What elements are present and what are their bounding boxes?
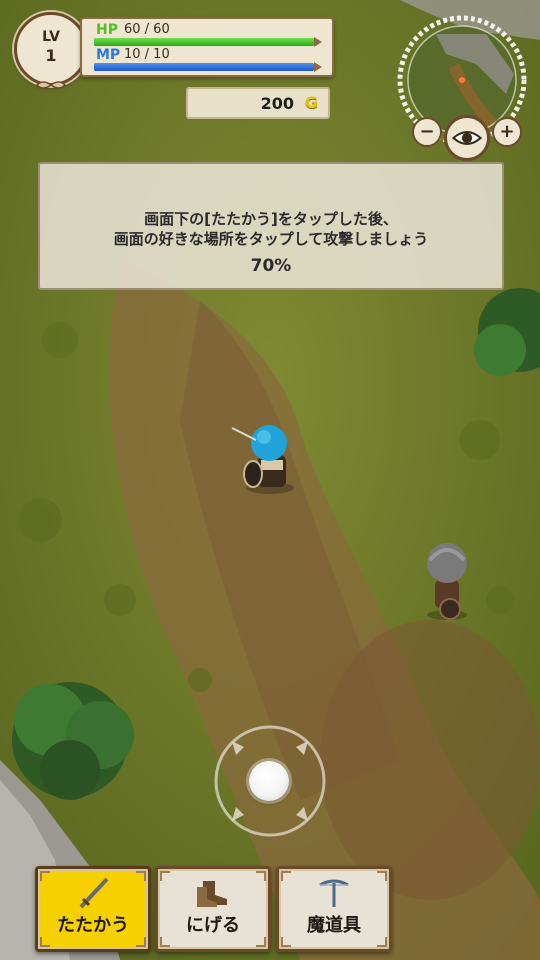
flee-label: にげる (186, 915, 240, 936)
tutorial-message-box: 画面下の[たたかう]をタップした後、 画面の好きな場所をタップして攻撃しましょう… (38, 162, 504, 290)
frame-corner (40, 937, 50, 947)
level-label: LV (42, 29, 60, 45)
view-toggle-button[interactable] (444, 115, 490, 161)
hp-row: HP 60 / 60 (94, 21, 322, 47)
frame-corner (136, 871, 146, 881)
sword-icon (79, 877, 109, 909)
mp-bar-fill (94, 63, 314, 71)
hp-bar (94, 38, 314, 46)
mp-row: MP 10 / 10 (94, 46, 322, 72)
mp-bar (94, 63, 314, 71)
tutorial-line-1: 画面下の[たたかう]をタップした後、 (144, 210, 398, 228)
frame-corner (256, 937, 266, 947)
frame-corner (281, 937, 291, 947)
hp-label: HP (96, 22, 118, 38)
joystick-knob[interactable] (249, 761, 289, 801)
zoom-in-button[interactable]: + (492, 117, 522, 147)
magic-tool-label: 魔道具 (307, 915, 361, 936)
eye-icon (451, 130, 483, 146)
arrow-up-left-icon (232, 741, 244, 755)
mp-value: 10 / 10 (124, 47, 170, 62)
frame-corner (40, 871, 50, 881)
gold-counter: 200 G (186, 87, 330, 119)
gold-amount: 200 (260, 94, 294, 113)
flee-button[interactable]: にげる (155, 866, 271, 952)
mp-label: MP (96, 47, 121, 63)
zoom-out-button[interactable]: − (412, 117, 442, 147)
arrow-down-right-icon (296, 807, 308, 821)
boots-icon (197, 881, 227, 907)
gold-coin-icon: G (304, 93, 318, 112)
mp-bar-cap (314, 62, 322, 72)
frame-corner (281, 871, 291, 881)
level-value: 1 (45, 46, 57, 65)
hp-value: 60 / 60 (124, 22, 170, 37)
arrow-up-right-icon (296, 741, 308, 755)
frame-corner (160, 937, 170, 947)
attack-button[interactable]: たたかう (35, 866, 151, 952)
frame-corner (160, 871, 170, 881)
attack-label: たたかう (57, 915, 129, 936)
frame-corner (256, 871, 266, 881)
magic-tool-button[interactable]: 魔道具 (276, 866, 392, 952)
level-badge: LV 1 (14, 12, 88, 89)
frame-corner (377, 871, 387, 881)
arrow-down-left-icon (232, 807, 244, 821)
frame-corner (377, 937, 387, 947)
player-marker-icon (459, 77, 465, 83)
ornament-icon (35, 81, 67, 89)
frame-corner (136, 937, 146, 947)
hp-bar-fill (94, 38, 314, 46)
tutorial-line-2: 画面の好きな場所をタップして攻撃しましょう (113, 230, 429, 248)
status-bars-panel: HP 60 / 60 MP 10 / 10 (80, 17, 334, 77)
crossbow-icon (319, 879, 349, 907)
tutorial-progress: 70% (250, 256, 292, 276)
